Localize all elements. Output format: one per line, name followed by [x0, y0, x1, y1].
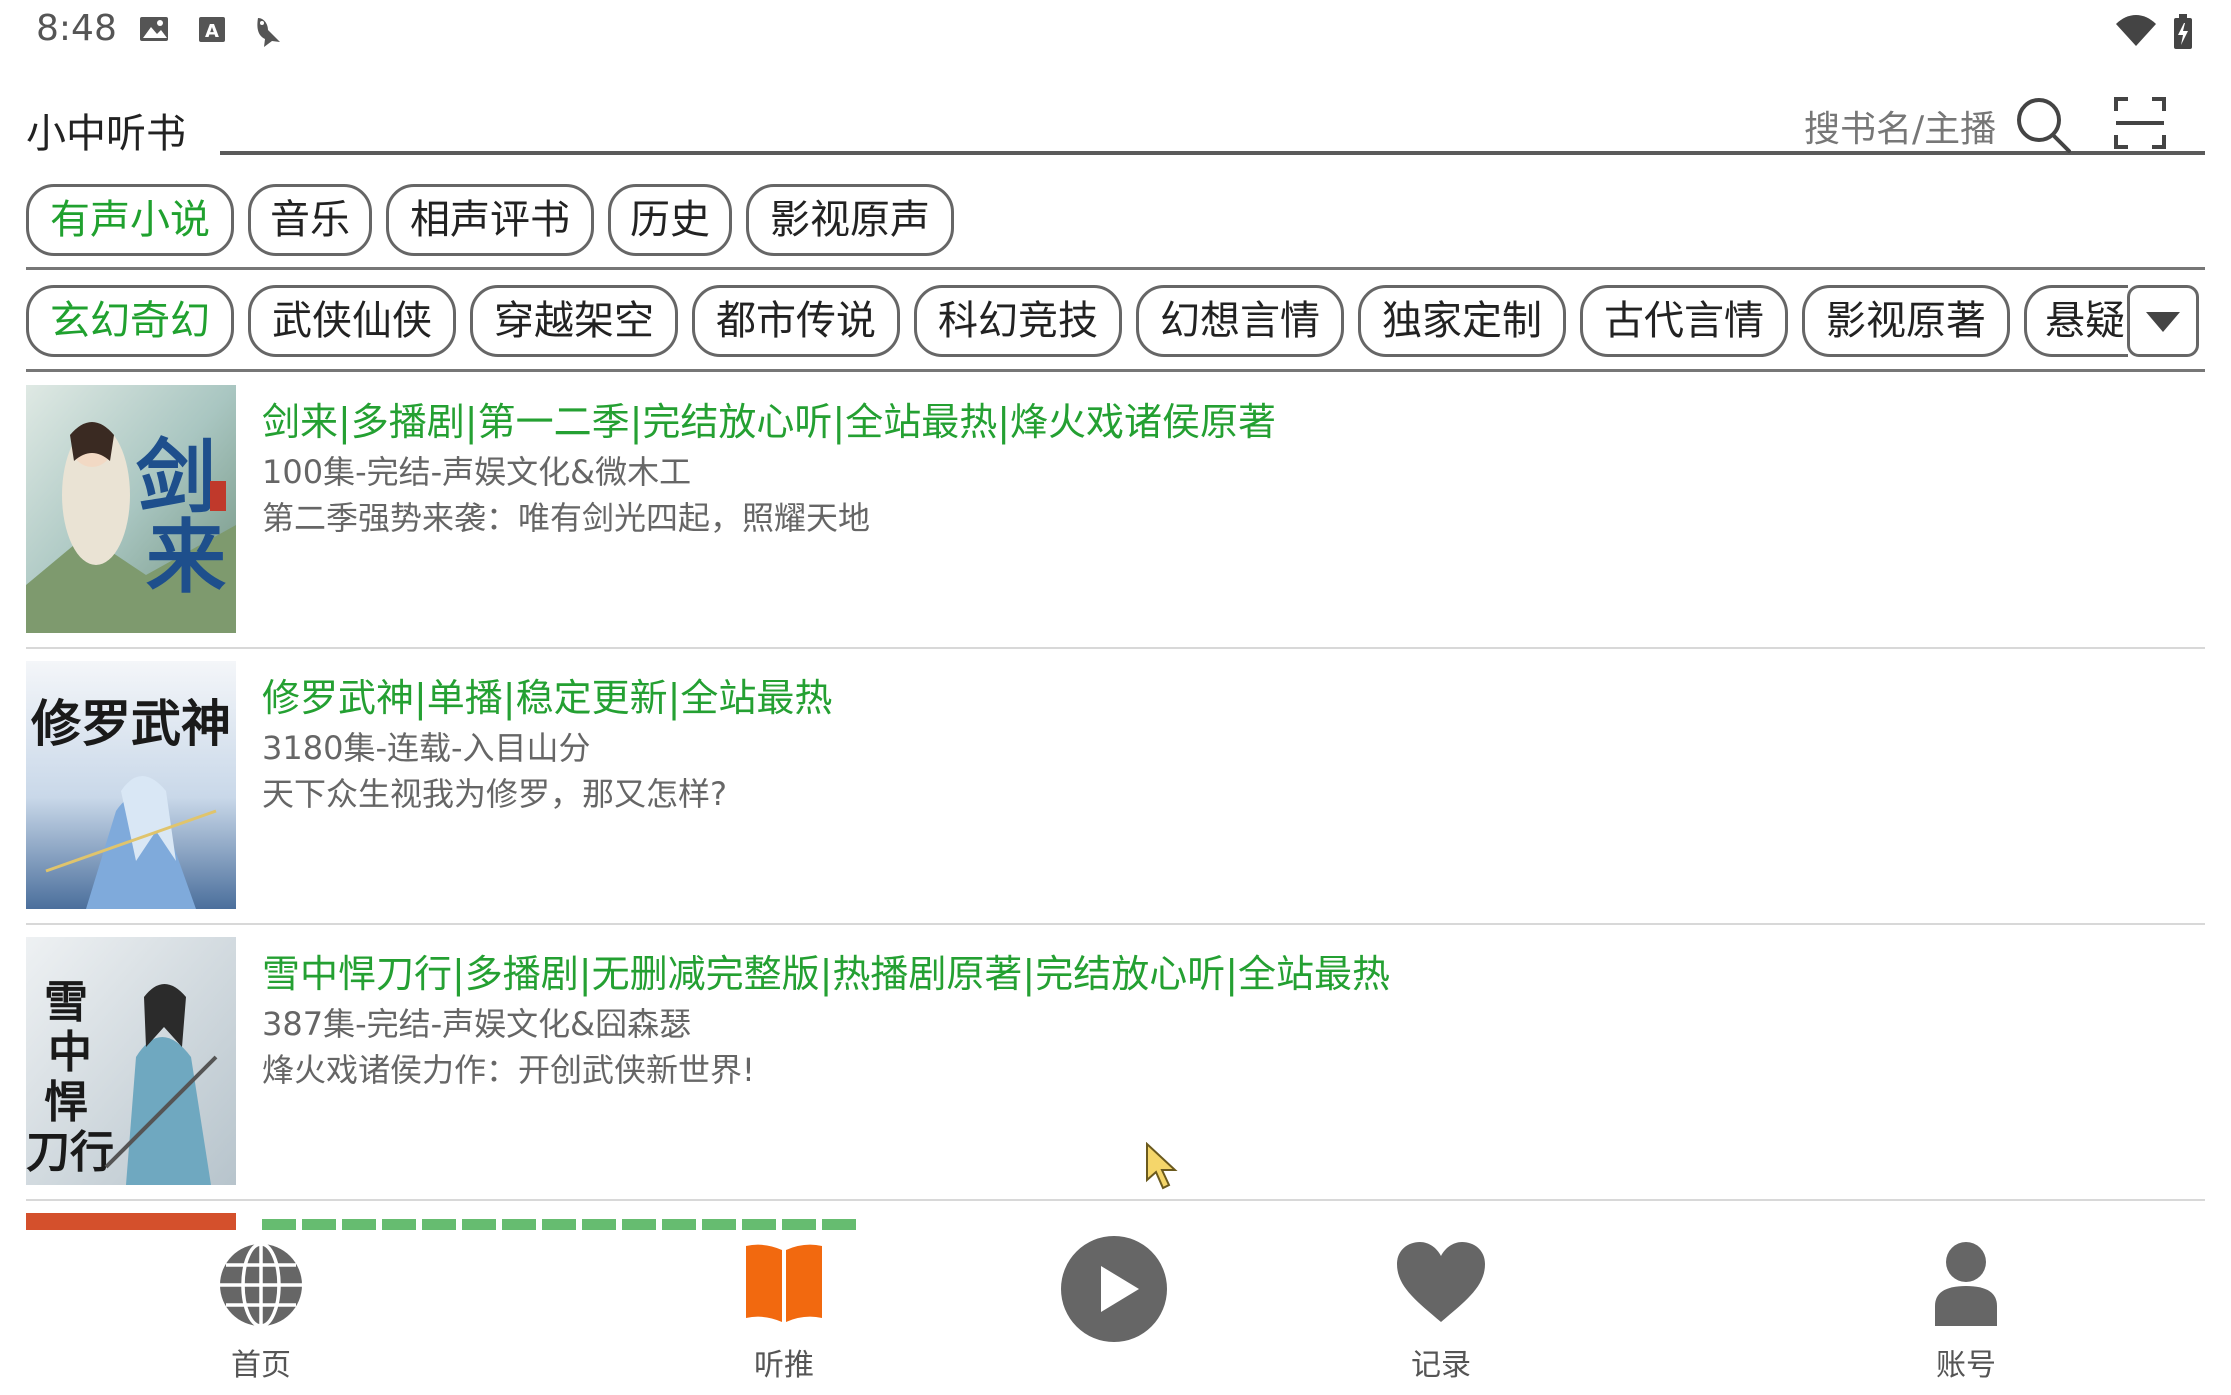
nav-play[interactable]: [1014, 1230, 1214, 1395]
svg-text:来: 来: [146, 510, 226, 604]
sub-category-chip[interactable]: 影视原著: [1802, 285, 2010, 357]
nav-label: 首页: [231, 1348, 291, 1383]
heart-icon: [1397, 1242, 1485, 1322]
book-meta: 3180集-连载-入目山分: [262, 729, 591, 767]
svg-text:悍: 悍: [44, 1077, 88, 1128]
status-time: 8:48: [36, 8, 117, 49]
top-category-chip[interactable]: 影视原声: [746, 184, 954, 256]
play-icon: [1061, 1236, 1167, 1342]
status-bar: 8:48 A: [0, 0, 2231, 64]
svg-text:中: 中: [48, 1027, 92, 1078]
nav-recommend[interactable]: 听推: [684, 1230, 884, 1395]
svg-text:A: A: [205, 21, 219, 42]
sub-category-chip[interactable]: 武侠仙侠: [248, 285, 456, 357]
list-item[interactable]: 剑 来 剑来|多播剧|第一二季|完结放心听|全站最热|烽火戏诸侯原著 100集-…: [26, 385, 2205, 660]
divider: [26, 1199, 2205, 1201]
book-title-clipped: [262, 1219, 862, 1230]
nav-home[interactable]: 首页: [161, 1230, 361, 1395]
battery-icon: [2172, 14, 2194, 54]
sub-category-chip[interactable]: 悬疑: [2024, 285, 2128, 357]
divider: [26, 267, 2205, 270]
sub-category-chip[interactable]: 玄幻奇幻: [26, 285, 234, 357]
book-meta: 100集-完结-声娱文化&微木工: [262, 453, 692, 491]
sub-category-chip[interactable]: 古代言情: [1580, 285, 1788, 357]
book-title[interactable]: 修罗武神|单播|稳定更新|全站最热: [262, 667, 832, 722]
list-item[interactable]: 修罗武神 修罗武神|单播|稳定更新|全站最热 3180集-连载-入目山分 天下众…: [26, 661, 2205, 936]
nav-account[interactable]: 账号: [1866, 1230, 2066, 1395]
sub-category-chip[interactable]: 都市传说: [692, 285, 900, 357]
book-description: 烽火戏诸侯力作：开创武侠新世界!: [262, 1051, 755, 1089]
divider: [26, 647, 2205, 649]
nav-history[interactable]: 记录: [1341, 1230, 1541, 1395]
top-category-chip[interactable]: 有声小说: [26, 184, 234, 256]
sub-category-chip[interactable]: 穿越架空: [470, 285, 678, 357]
top-category-chip[interactable]: 历史: [608, 184, 732, 256]
sub-category-chip[interactable]: 幻想言情: [1136, 285, 1344, 357]
chevron-down-icon: [2146, 312, 2180, 332]
person-icon: [1935, 1242, 1997, 1326]
search-placeholder[interactable]: 搜书名/主播: [1804, 100, 1996, 152]
nav-label: 听推: [754, 1348, 814, 1383]
top-category-chip[interactable]: 相声评书: [386, 184, 594, 256]
svg-text:雪: 雪: [44, 977, 88, 1028]
nav-label: 记录: [1411, 1348, 1471, 1383]
top-category-chip[interactable]: 音乐: [248, 184, 372, 256]
divider: [26, 923, 2205, 925]
svg-text:修罗武神: 修罗武神: [31, 694, 231, 753]
search-bar: 小中听书 搜书名/主播: [0, 85, 2231, 159]
book-cover[interactable]: 修罗武神: [26, 661, 236, 909]
list-item[interactable]: 雪 中 悍 刀行 雪中悍刀行|多播剧|无删减完整版|热播剧原著|完结放心听|全站…: [26, 937, 2205, 1212]
svg-text:刀行: 刀行: [26, 1127, 114, 1178]
app-root: 8:48 A 小中听书 搜书名/主播 有声小说 音乐 相声评书 历史 影视原声 …: [0, 0, 2231, 1395]
mouse-cursor-icon: [1145, 1141, 1181, 1196]
open-book-icon: [746, 1244, 822, 1322]
list-item[interactable]: [26, 1213, 2205, 1230]
a-keyboard-icon: A: [198, 14, 226, 48]
book-description: 天下众生视我为修罗，那又怎样?: [262, 775, 727, 813]
book-meta: 387集-完结-声娱文化&囧森瑟: [262, 1005, 692, 1043]
expand-categories-button[interactable]: [2127, 285, 2199, 357]
book-title[interactable]: 剑来|多播剧|第一二季|完结放心听|全站最热|烽火戏诸侯原著: [262, 391, 1276, 446]
book-cover[interactable]: [26, 1213, 236, 1230]
scan-icon[interactable]: [2112, 95, 2168, 155]
book-description: 第二季强势来袭：唯有剑光四起，照耀天地: [262, 499, 871, 537]
wifi-icon: [2114, 14, 2158, 52]
image-icon: [138, 14, 172, 48]
divider: [26, 369, 2205, 372]
nav-label: 账号: [1936, 1348, 1996, 1383]
sub-category-chip[interactable]: 科幻竞技: [914, 285, 1122, 357]
app-title: 小中听书: [26, 111, 186, 157]
bottom-nav: 首页 听推 记录 账号: [0, 1230, 2231, 1395]
bird-icon: [250, 14, 286, 54]
globe-icon: [220, 1242, 302, 1328]
search-icon[interactable]: [2014, 95, 2074, 159]
book-cover[interactable]: 雪 中 悍 刀行: [26, 937, 236, 1185]
book-title[interactable]: 雪中悍刀行|多播剧|无删减完整版|热播剧原著|完结放心听|全站最热: [262, 943, 1390, 998]
book-cover[interactable]: 剑 来: [26, 385, 236, 633]
sub-category-chip[interactable]: 独家定制: [1358, 285, 1566, 357]
